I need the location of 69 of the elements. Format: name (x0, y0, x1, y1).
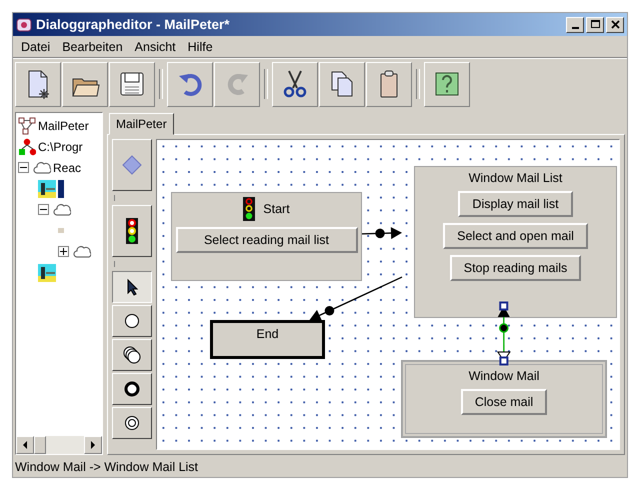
save-button[interactable] (109, 62, 155, 106)
maximize-button[interactable] (586, 16, 604, 32)
dialog-button[interactable]: Select and open mail (443, 223, 588, 249)
expand-toggle[interactable] (18, 162, 29, 173)
cut-button[interactable] (272, 62, 318, 106)
help-button[interactable] (424, 62, 470, 106)
dialog-node[interactable]: Window Mail List Display mail list Select and open mail Stop reading mails (414, 166, 617, 318)
ring-tool-button[interactable] (112, 407, 152, 439)
small-item-icon (58, 228, 64, 233)
dialog-button[interactable]: Stop reading mails (450, 255, 582, 281)
multi-circle-tool-button[interactable] (112, 339, 152, 371)
transition-arrow[interactable] (310, 276, 402, 321)
undo-button[interactable] (167, 62, 213, 106)
dialog-button[interactable]: Select reading mail list (176, 227, 358, 253)
traffic-light-icon (243, 197, 256, 221)
tab[interactable]: MailPeter (109, 113, 174, 135)
menu-item[interactable]: Datei (15, 38, 56, 56)
node-title: Start (263, 202, 290, 216)
menu-item[interactable]: Ansicht (128, 38, 182, 56)
menu-item[interactable]: Hilfe (182, 38, 219, 56)
left-arrow-icon (22, 441, 28, 449)
node-tree-icon (18, 138, 36, 156)
double-circle-icon (122, 413, 142, 433)
close-button[interactable] (606, 16, 624, 32)
graph-icon (18, 116, 36, 134)
maximize-icon (590, 19, 600, 30)
transition-arrow[interactable] (362, 227, 402, 240)
paste-button[interactable] (366, 62, 412, 106)
pointer-tool-button[interactable] (112, 271, 152, 303)
node-title: Window Mail (468, 369, 540, 383)
open-button[interactable] (62, 62, 108, 106)
tree-item[interactable]: C:\Progr (38, 140, 83, 154)
diamond-icon (122, 155, 142, 175)
expand-toggle[interactable] (58, 246, 69, 257)
minus-icon (20, 164, 27, 171)
desk-picture-icon (38, 180, 56, 198)
tree-item[interactable]: MailPeter (38, 118, 89, 132)
right-arrow-icon (90, 441, 96, 449)
plus-icon (60, 248, 67, 255)
dialog-node[interactable]: End (210, 320, 325, 359)
minus-icon (40, 206, 47, 213)
scroll-thumb[interactable] (34, 436, 46, 454)
dialog-node[interactable]: Start Select reading mail list (171, 192, 362, 281)
traffic-light-tool-button[interactable] (112, 205, 152, 257)
expand-toggle[interactable] (38, 204, 49, 215)
copy-button[interactable] (319, 62, 365, 106)
diamond-tool-button[interactable] (112, 139, 152, 191)
dialog-button[interactable]: Display mail list (458, 191, 573, 217)
transition-arrow[interactable] (496, 302, 511, 366)
menu-item[interactable]: Bearbeiten (56, 38, 129, 56)
circle-tool-button[interactable] (112, 305, 152, 337)
desk-picture-icon (38, 264, 56, 282)
dialog-button[interactable]: Close mail (460, 389, 548, 415)
bold-circle-icon (122, 379, 142, 399)
minimize-button[interactable] (566, 16, 584, 32)
window-title: Dialoggrapheditor - MailPeter* (36, 17, 231, 32)
tree-item[interactable]: Reac (53, 160, 82, 174)
status-text: Window Mail -> Window Mail List (15, 460, 198, 474)
minimize-icon (572, 27, 578, 29)
dialog-node[interactable]: Window Mail Close mail (402, 361, 606, 437)
node-title: Window Mail List (468, 171, 562, 185)
horizontal-scrollbar[interactable] (16, 436, 102, 454)
app-icon (16, 16, 32, 32)
bold-circle-tool-button[interactable] (112, 373, 152, 405)
new-button[interactable] (15, 62, 61, 106)
close-icon (610, 19, 620, 30)
stacked-circles-icon (122, 345, 142, 365)
node-title: End (256, 327, 279, 341)
circle-icon (122, 311, 142, 331)
